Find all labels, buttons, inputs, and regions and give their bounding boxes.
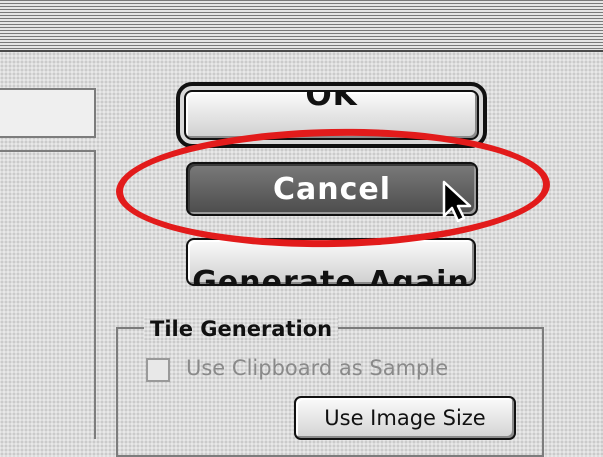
generate-again-button[interactable]: Generate Again (186, 238, 476, 286)
left-input-field[interactable] (0, 88, 96, 138)
generate-again-label: Generate Again (192, 264, 470, 286)
ok-button[interactable]: OK (184, 90, 479, 140)
use-image-size-label: Use Image Size (324, 406, 486, 430)
ok-button-label: OK (305, 90, 358, 113)
window-title-bar[interactable] (0, 0, 603, 52)
arrow-cursor-icon (442, 180, 472, 223)
left-preview-panel (0, 150, 96, 439)
use-clipboard-label: Use Clipboard as Sample (186, 356, 449, 380)
tile-generation-title: Tile Generation (144, 317, 338, 341)
use-clipboard-checkbox[interactable] (146, 358, 170, 382)
use-image-size-button[interactable]: Use Image Size (294, 396, 516, 440)
cancel-button[interactable]: Cancel (186, 162, 478, 216)
cancel-button-label: Cancel (272, 171, 392, 207)
